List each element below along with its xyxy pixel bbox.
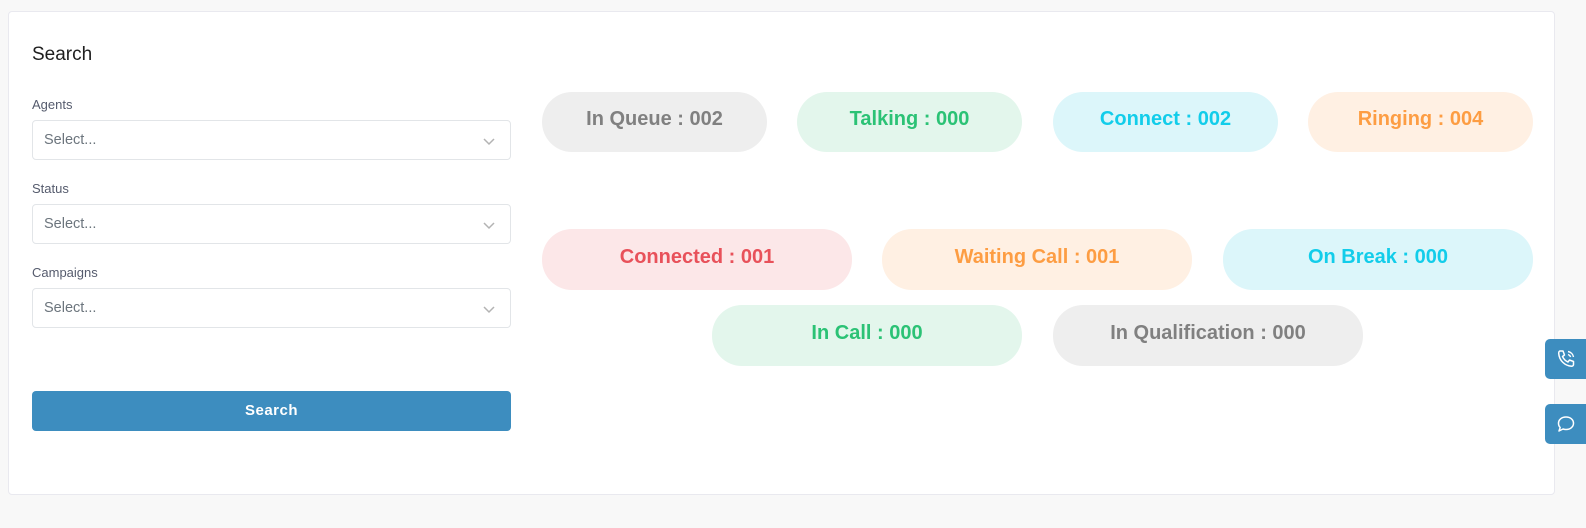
status-select[interactable]: Select... [32, 204, 511, 244]
call-side-button[interactable] [1545, 339, 1586, 379]
chat-side-button[interactable] [1545, 404, 1586, 444]
in-call-badge: In Call : 000 [712, 305, 1022, 366]
in-qualification-badge: In Qualification : 000 [1053, 305, 1363, 366]
chevron-down-icon [483, 138, 495, 146]
chevron-down-icon [483, 306, 495, 314]
waiting-call-badge: Waiting Call : 001 [882, 229, 1192, 290]
agents-placeholder: Select... [44, 132, 97, 148]
chat-icon [1557, 416, 1575, 432]
on-break-badge: On Break : 000 [1223, 229, 1533, 290]
status-placeholder: Select... [44, 216, 97, 232]
agents-label: Agents [32, 97, 73, 112]
search-button[interactable]: Search [32, 391, 511, 431]
phone-icon [1557, 350, 1575, 368]
in-queue-badge: In Queue : 002 [542, 92, 767, 152]
ringing-badge: Ringing : 004 [1308, 92, 1533, 152]
talking-badge: Talking : 000 [797, 92, 1022, 152]
chevron-down-icon [483, 222, 495, 230]
connect-badge: Connect : 002 [1053, 92, 1278, 152]
campaigns-placeholder: Select... [44, 300, 97, 316]
status-label: Status [32, 181, 69, 196]
campaigns-label: Campaigns [32, 265, 98, 280]
connected-badge: Connected : 001 [542, 229, 852, 290]
campaigns-select[interactable]: Select... [32, 288, 511, 328]
search-title: Search [32, 44, 93, 65]
search-card: Search Agents Select... Status Select...… [8, 11, 1555, 495]
agents-select[interactable]: Select... [32, 120, 511, 160]
